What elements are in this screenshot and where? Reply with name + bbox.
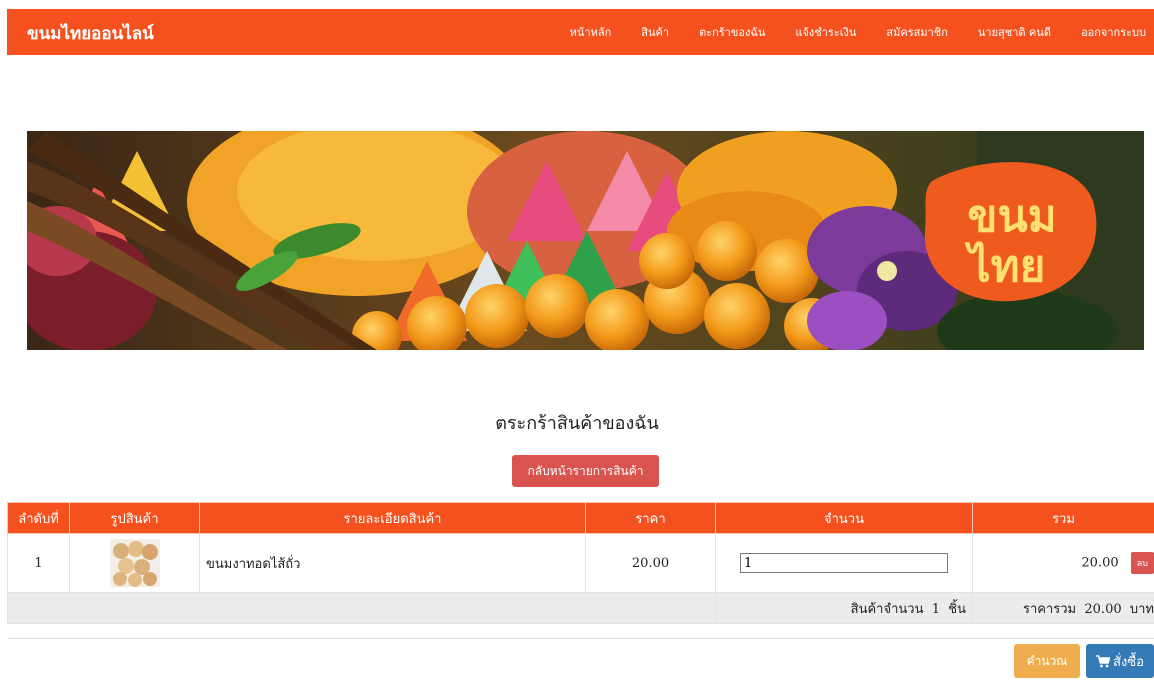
cart-icon [1096,654,1111,667]
row-number: 1 [7,533,70,593]
cart-header-row: ลำดับที่ รูปสินค้า รายละเอียดสินค้า ราคา… [7,502,1154,534]
nav-register[interactable]: สมัครสมาชิก [886,23,948,41]
order-button-label: สั่งซื้อ [1113,654,1144,670]
row-total: 20.00 [1081,555,1119,571]
table-row: 1 ขนมงาทอดไส้ถั่ว 20.00 1 20.00 ลบ [7,533,1154,593]
top-navbar: ขนมไทยออนไลน์ หน้าหลัก สินค้า ตะกร้าของฉ… [7,9,1154,55]
brand-title[interactable]: ขนมไทยออนไลน์ [27,20,154,47]
summary-items-count: 1 [931,601,941,617]
product-thumbnail [109,539,160,587]
calculate-button[interactable]: คำนวณ [1014,644,1080,678]
cart-table: ลำดับที่ รูปสินค้า รายละเอียดสินค้า ราคา… [7,502,1154,624]
nav-home[interactable]: หน้าหลัก [570,23,612,41]
summary-total-label: ราคารวม [1022,601,1077,617]
nav-my-cart[interactable]: ตะกร้าของฉัน [699,23,765,41]
header-price: ราคา [585,502,716,534]
banner-image: ขนม ไทย [27,131,1144,350]
row-total-cell: 20.00 ลบ [972,533,1154,593]
summary-currency: บาท [1129,601,1154,617]
nav-logout[interactable]: ออกจากระบบ [1081,23,1146,41]
summary-items-label: สินค้าจำนวน [850,601,924,617]
nav-products[interactable]: สินค้า [641,23,669,41]
quantity-input[interactable] [740,553,948,573]
summary-total-value: 20.00 [1084,601,1122,617]
section-divider [7,638,1154,639]
delete-item-button[interactable]: ลบ [1130,552,1154,574]
header-number: ลำดับที่ [7,502,70,534]
page-title: ตระกร้าสินค้าของฉัน [495,413,659,434]
nav-payment-notify[interactable]: แจ้งชำระเงิน [795,23,856,41]
banner-logo-line2: ไทย [965,240,1046,292]
summary-items-cell: สินค้าจำนวน 1 ชิ้น [715,592,973,624]
nav-user-name[interactable]: นายสุชาติ คนดี [978,23,1051,41]
row-image-cell [69,533,200,593]
header-image: รูปสินค้า [69,502,200,534]
summary-total-cell: ราคารวม 20.00 บาท [972,592,1154,624]
header-details: รายละเอียดสินค้า [199,502,586,534]
nav-menu: หน้าหลัก สินค้า ตะกร้าของฉัน แจ้งชำระเงิ… [540,9,1154,55]
header-total: รวม [972,502,1154,534]
row-price: 20.00 [585,533,716,593]
back-to-products-button[interactable]: กลับหน้ารายการสินค้า [512,455,659,487]
row-product-name: ขนมงาทอดไส้ถั่ว [199,533,586,593]
banner-logo-line1: ขนม [967,191,1056,242]
hero-banner: ขนม ไทย [27,131,1144,350]
header-quantity: จำนวน [715,502,973,534]
summary-items-unit: ชิ้น [948,601,966,617]
order-button[interactable]: สั่งซื้อ [1086,644,1154,678]
row-quantity-cell [715,533,973,593]
cart-summary-row: สินค้าจำนวน 1 ชิ้น ราคารวม 20.00 บาท [7,592,1154,624]
